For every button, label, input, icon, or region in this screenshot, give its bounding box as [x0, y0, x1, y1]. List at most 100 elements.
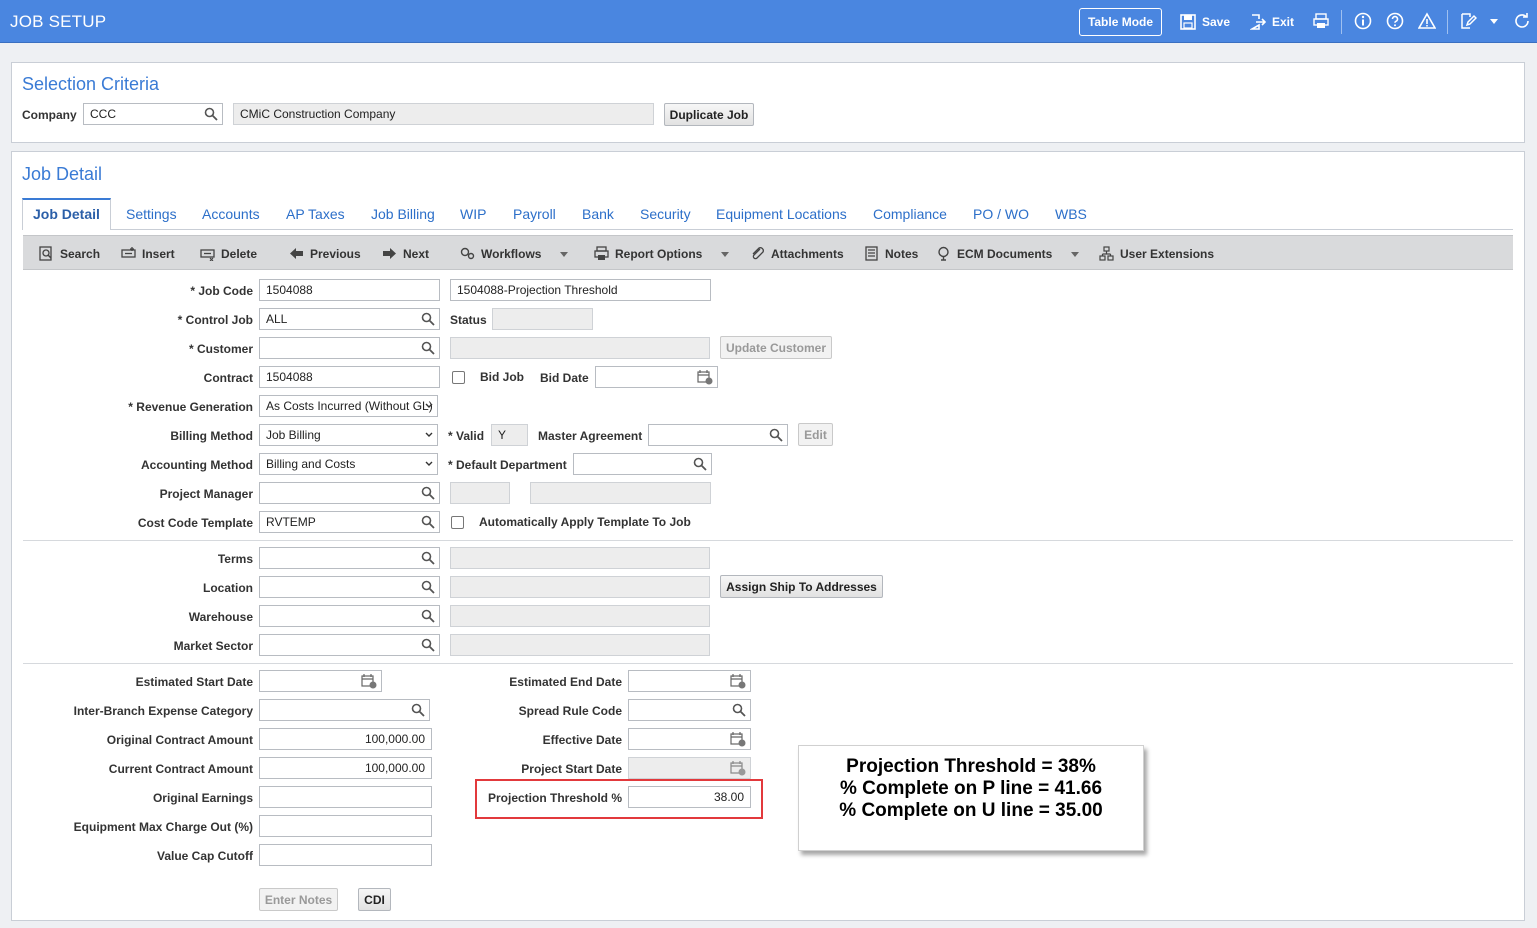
chevron-down-icon[interactable] [1484, 11, 1504, 31]
calendar-icon[interactable] [361, 673, 377, 689]
refresh-icon[interactable] [1512, 11, 1532, 31]
customer-input[interactable] [259, 337, 440, 359]
warehouse-label: Warehouse [188, 610, 253, 624]
enter-notes-button[interactable]: Enter Notes [259, 888, 338, 911]
search-icon[interactable] [411, 703, 425, 717]
location-input[interactable] [259, 576, 440, 598]
master-agreement-input[interactable] [648, 424, 788, 446]
search-icon[interactable] [732, 703, 746, 717]
delete-button[interactable]: Delete [200, 246, 257, 261]
accounting-method-value: Billing and Costs [266, 457, 356, 471]
revenue-generation-select[interactable]: As Costs Incurred (Without GL) [259, 395, 438, 417]
warning-icon[interactable] [1417, 11, 1437, 31]
edit-button[interactable]: Edit [798, 423, 833, 446]
est-end-input[interactable] [628, 670, 751, 692]
tab-settings[interactable]: Settings [126, 206, 177, 230]
notes-label: Notes [885, 246, 919, 261]
previous-button[interactable]: Previous [289, 246, 361, 261]
user-extensions-button[interactable]: User Extensions [1099, 246, 1214, 261]
assign-ship-button[interactable]: Assign Ship To Addresses [720, 575, 883, 598]
project-manager-input[interactable] [259, 482, 440, 504]
inter-branch-input[interactable] [259, 699, 430, 721]
search-icon[interactable] [421, 551, 435, 565]
tab-ap-taxes[interactable]: AP Taxes [286, 206, 345, 230]
notes-button[interactable]: Notes [864, 246, 918, 261]
proj-threshold-input[interactable]: 38.00 [628, 786, 751, 808]
search-icon[interactable] [204, 107, 218, 121]
value-cap-input[interactable] [259, 844, 432, 866]
warehouse-input[interactable] [259, 605, 440, 627]
market-sector-input[interactable] [259, 634, 440, 656]
terms-input[interactable] [259, 547, 440, 569]
report-options-label: Report Options [615, 246, 703, 261]
bid-job-checkbox[interactable] [452, 371, 465, 384]
exit-label: Exit [1272, 15, 1295, 29]
company-input[interactable]: CCC [83, 103, 223, 125]
update-customer-button[interactable]: Update Customer [720, 336, 832, 359]
ecm-documents-button[interactable]: ECM Documents [936, 246, 1080, 261]
equip-max-input[interactable] [259, 815, 432, 837]
billing-method-select[interactable]: Job Billing [259, 424, 438, 446]
cdi-button[interactable]: CDI [358, 888, 391, 911]
tab-wip[interactable]: WIP [460, 206, 486, 230]
next-button[interactable]: Next [382, 246, 429, 261]
save-button[interactable]: Save [1180, 8, 1230, 36]
status-field [492, 308, 593, 330]
paperclip-icon [752, 247, 764, 260]
print-icon[interactable] [1311, 11, 1331, 31]
search-tool-button[interactable]: Search [39, 246, 100, 261]
exit-button[interactable]: Exit [1250, 8, 1294, 36]
tab-compliance[interactable]: Compliance [873, 206, 947, 230]
contract-input[interactable]: 1504088 [259, 366, 440, 388]
search-icon[interactable] [421, 609, 435, 623]
info-icon[interactable] [1353, 11, 1373, 31]
auto-apply-checkbox[interactable] [451, 516, 464, 529]
record-toolbar: Search Insert Delete Previous Next Workf… [23, 235, 1513, 270]
search-icon[interactable] [421, 486, 435, 500]
orig-earnings-input[interactable] [259, 786, 432, 808]
attachments-button[interactable]: Attachments [750, 246, 844, 261]
default-department-input[interactable] [573, 453, 712, 475]
default-department-label: * Default Department [448, 458, 567, 472]
table-mode-button[interactable]: Table Mode [1079, 8, 1162, 36]
accounting-method-select[interactable]: Billing and Costs [259, 453, 438, 475]
calendar-icon[interactable] [730, 673, 746, 689]
insert-button[interactable]: Insert [121, 246, 175, 261]
duplicate-job-button[interactable]: Duplicate Job [664, 103, 754, 126]
search-icon[interactable] [769, 428, 783, 442]
est-start-input[interactable] [259, 670, 382, 692]
report-options-button[interactable]: Report Options [594, 246, 730, 261]
tab-po-wo[interactable]: PO / WO [973, 206, 1029, 230]
valid-field: Y [491, 424, 528, 446]
effective-date-input[interactable] [628, 728, 751, 750]
bid-date-input[interactable] [595, 366, 718, 388]
tab-job-billing[interactable]: Job Billing [371, 206, 435, 230]
job-name-input[interactable]: 1504088-Projection Threshold [450, 279, 711, 301]
search-icon[interactable] [421, 341, 435, 355]
cost-code-template-input[interactable]: RVTEMP [259, 511, 440, 533]
help-icon[interactable] [1385, 11, 1405, 31]
orig-contract-input[interactable]: 100,000.00 [259, 728, 432, 750]
tab-security[interactable]: Security [640, 206, 691, 230]
chevron-down-icon [1071, 251, 1080, 257]
search-icon[interactable] [421, 638, 435, 652]
tab-wbs[interactable]: WBS [1055, 206, 1087, 230]
orig-contract-label: Original Contract Amount [106, 733, 253, 747]
search-icon[interactable] [421, 580, 435, 594]
search-icon[interactable] [421, 515, 435, 529]
tab-equipment-locations[interactable]: Equipment Locations [716, 206, 847, 230]
workflows-button[interactable]: Workflows [460, 246, 569, 261]
search-icon[interactable] [693, 457, 707, 471]
tab-accounts[interactable]: Accounts [202, 206, 260, 230]
edit-page-icon[interactable] [1458, 11, 1478, 31]
tab-payroll[interactable]: Payroll [513, 206, 556, 230]
calendar-icon[interactable] [697, 369, 713, 385]
curr-contract-input[interactable]: 100,000.00 [259, 757, 432, 779]
control-job-input[interactable]: ALL [259, 308, 440, 330]
tab-bank[interactable]: Bank [582, 206, 614, 230]
job-code-input[interactable]: 1504088 [259, 279, 440, 301]
search-icon[interactable] [421, 312, 435, 326]
calendar-icon[interactable] [730, 731, 746, 747]
spread-rule-input[interactable] [628, 699, 751, 721]
tab-job-detail[interactable]: Job Detail [22, 198, 111, 230]
